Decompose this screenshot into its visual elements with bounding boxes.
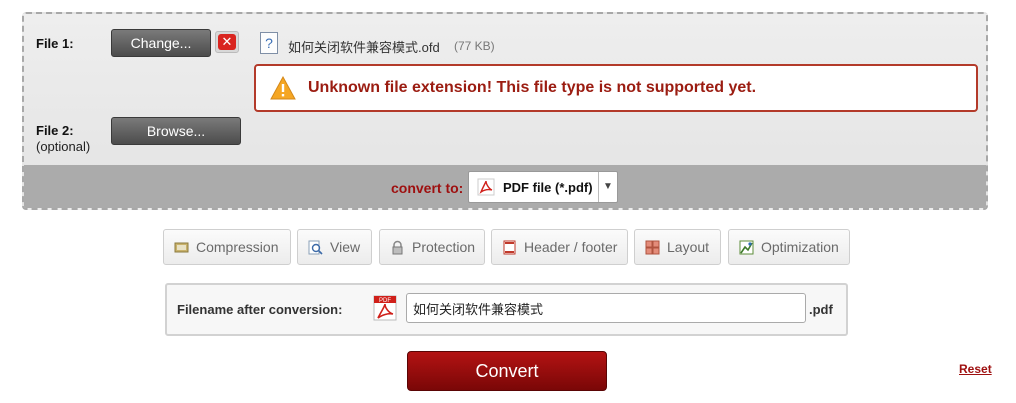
tab-label: Layout (667, 239, 710, 255)
tab-compression[interactable]: Compression (163, 229, 291, 265)
warning-icon (270, 76, 296, 100)
convert-to-row: convert to: PDF file (*.pdf) ▼ (24, 165, 986, 208)
reset-link[interactable]: Reset (959, 362, 992, 376)
change-file-button[interactable]: Change... (111, 29, 211, 57)
convert-button[interactable]: Convert (407, 351, 607, 391)
lock-icon (392, 240, 403, 255)
compression-icon (174, 242, 189, 253)
tab-label: Protection (412, 239, 476, 255)
tab-label: View (330, 239, 361, 255)
file1-label: File 1: (36, 36, 74, 51)
pdf-icon (477, 178, 495, 196)
tab-view[interactable]: View (297, 229, 372, 265)
filename-label: Filename after conversion: (177, 302, 343, 317)
filename-input[interactable] (406, 293, 806, 323)
close-icon: ✕ (218, 34, 236, 50)
tab-optimization[interactable]: Optimization (728, 229, 850, 265)
tab-layout[interactable]: Layout (634, 229, 721, 265)
format-select[interactable]: PDF file (*.pdf) ▼ (468, 171, 618, 203)
upload-panel: File 1: Change... ✕ ? 如何关闭软件兼容模式.ofd (77… (22, 12, 988, 210)
pdf-icon: PDF (373, 295, 397, 321)
filename-section: Filename after conversion: PDF .pdf (165, 283, 848, 336)
tab-protection[interactable]: Protection (379, 229, 485, 265)
unknown-file-icon: ? (260, 32, 278, 54)
filename-extension: .pdf (809, 302, 833, 317)
header-footer-icon (503, 240, 516, 255)
file-size: (77 KB) (454, 39, 495, 53)
convert-to-label: convert to: (391, 180, 464, 196)
tab-label: Compression (196, 239, 279, 255)
options-tabs: Compression View Protection Header / foo… (0, 229, 1016, 267)
tab-header-footer[interactable]: Header / footer (491, 229, 628, 265)
tab-label: Header / footer (524, 239, 618, 255)
view-icon (308, 240, 323, 255)
remove-file-button[interactable]: ✕ (215, 31, 239, 53)
layout-icon (645, 240, 660, 255)
optimization-icon (739, 240, 754, 255)
file2-optional-label: (optional) (36, 139, 91, 154)
tab-label: Optimization (761, 239, 839, 255)
chevron-down-icon[interactable]: ▼ (598, 172, 617, 202)
error-message-box: Unknown file extension! This file type i… (254, 64, 978, 112)
error-text: Unknown file extension! This file type i… (308, 79, 757, 96)
file2-label: File 2: (36, 123, 74, 138)
format-select-value: PDF file (*.pdf) (503, 180, 593, 195)
browse-file2-button[interactable]: Browse... (111, 117, 241, 145)
file-name: 如何关闭软件兼容模式.ofd (288, 40, 440, 55)
svg-text:PDF: PDF (379, 298, 391, 304)
